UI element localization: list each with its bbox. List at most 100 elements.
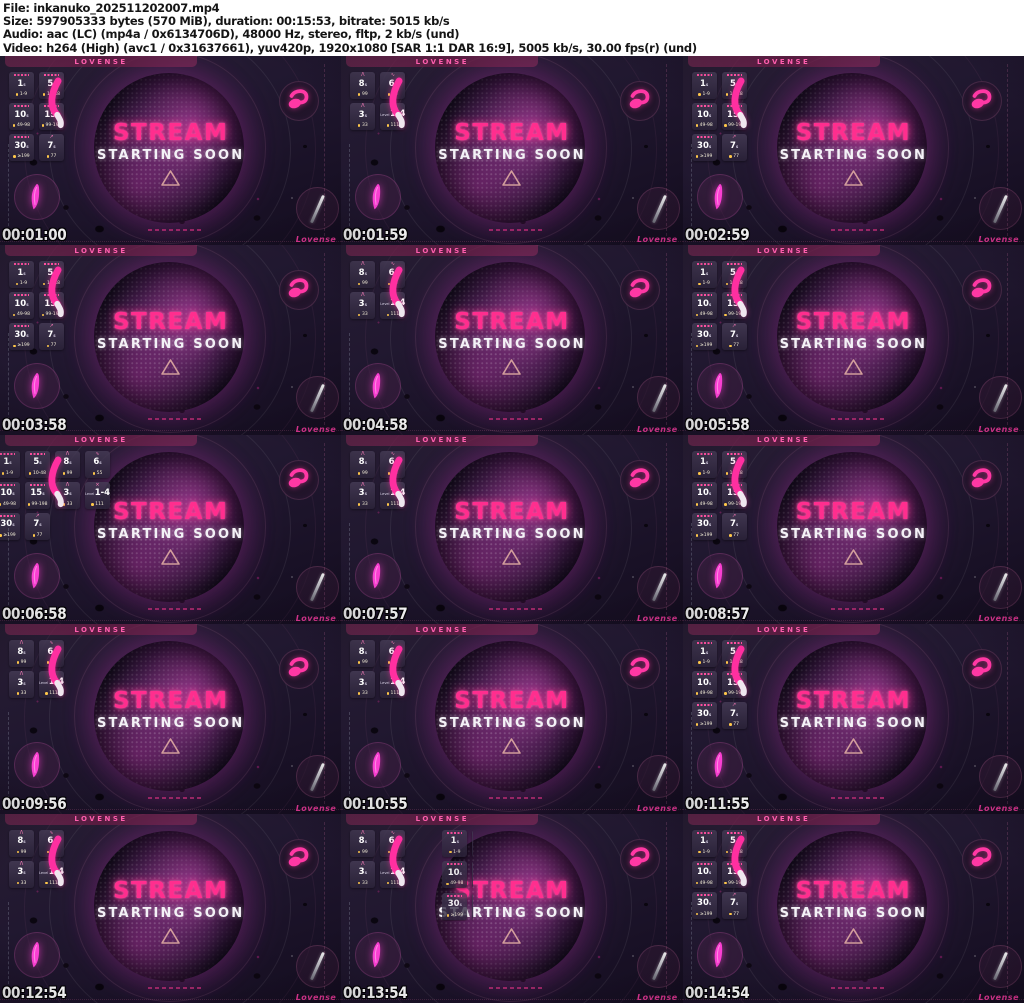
- tile-duration-value: 5s: [730, 457, 739, 468]
- lush-toy-badge: [961, 81, 1002, 121]
- token-dot-icon: [724, 881, 727, 885]
- tip-menu-tile: ∿ 6s 55: [380, 72, 406, 99]
- tile-duration-value: 7s: [730, 329, 739, 340]
- pen-toy-badge: [637, 376, 681, 420]
- lush-toy-badge: [279, 649, 319, 690]
- tile-duration-value: 15s: [727, 677, 742, 688]
- lovense-watermark: Lovense: [637, 235, 678, 245]
- level-dashes-icon: [14, 74, 29, 76]
- token-dot-icon: [45, 881, 48, 885]
- cross-icon: ×: [95, 481, 100, 488]
- level-dashes-icon: [447, 863, 463, 866]
- token-range-text: ≥199: [699, 722, 713, 728]
- wand-toy-badge: [355, 174, 402, 220]
- right-hud-line: [1007, 632, 1008, 805]
- pulse-icon: Λ: [19, 671, 24, 678]
- tile-token-range: ≥199: [13, 154, 30, 159]
- tile-duration-value: Level1-4: [380, 866, 406, 877]
- left-hud-line: [8, 901, 9, 994]
- tile-token-range: 99-198: [27, 502, 47, 507]
- token-range-text: 99: [361, 660, 368, 666]
- pen-toy-badge: [978, 565, 1022, 609]
- pen-toy-icon: [310, 762, 325, 791]
- pulse-icon: Λ: [361, 292, 365, 299]
- token-dot-icon: [62, 503, 66, 506]
- dashed-line: [148, 229, 202, 231]
- right-hud-line: [665, 442, 667, 615]
- tile-duration-value: 10s: [697, 677, 712, 688]
- token-dot-icon: [42, 93, 46, 96]
- wand-toy-badge: [696, 552, 743, 599]
- wand-toy-badge: [14, 174, 60, 220]
- tip-menu-tile: 15s 99-198: [39, 103, 64, 130]
- tile-token-range: 111: [386, 502, 399, 507]
- token-range-text: 1-9: [702, 660, 710, 666]
- right-hud-line: [665, 821, 667, 994]
- dashed-line: [489, 418, 544, 421]
- lush-toy-icon: [971, 846, 992, 866]
- tip-menu-strip: [442, 640, 473, 731]
- tile-token-range: 10-48: [725, 281, 743, 286]
- token-range-text: ≥199: [699, 154, 713, 159]
- tip-menu-tile: ↗7s 77: [721, 134, 747, 161]
- token-range-text: ≥199: [450, 912, 464, 918]
- dashed-line: [830, 418, 885, 421]
- curve-icon: ↗: [49, 323, 54, 330]
- token-dot-icon: [386, 503, 390, 506]
- token-range-text: 77: [733, 343, 740, 349]
- pen-toy-icon: [310, 194, 325, 223]
- token-dot-icon: [32, 534, 36, 537]
- curve-icon: ↗: [732, 323, 737, 330]
- tile-token-range: 99-198: [724, 881, 744, 886]
- pulse-icon: Λ: [361, 103, 365, 109]
- wave-icon: ∿: [390, 450, 395, 457]
- lovense-topbar: LOVENSE: [346, 624, 539, 636]
- tip-menu-tile: Λ 8s 99: [9, 640, 34, 668]
- timestamp-label: 00:13:54: [343, 982, 408, 1002]
- tip-menu-panel: Λ 8s 99 ∿ 6s 55 Λ 3s 33 × Level1-4 111: [9, 640, 65, 699]
- tip-menu-panel: Λ 8s 99 ∿ 6s 55 Λ 3s 33 × Level1-4 111: [350, 261, 405, 320]
- tile-token-range: 33: [357, 881, 368, 886]
- right-hud-line: [1007, 64, 1008, 236]
- tile-duration-value: Level1-4: [38, 677, 65, 688]
- token-dot-icon: [92, 472, 96, 475]
- token-dot-icon: [695, 124, 699, 127]
- token-range-text: 77: [733, 154, 740, 159]
- tile-duration-value: 8s: [358, 267, 367, 278]
- lush-toy-badge: [620, 649, 661, 690]
- tile-token-range: 99-198: [724, 691, 744, 696]
- tile-duration-value: 5s: [47, 78, 56, 89]
- pen-toy-badge: [637, 565, 681, 609]
- tip-menu-tile: × Level1-4 111: [380, 860, 406, 888]
- left-hud-line: [8, 333, 9, 426]
- dashed-line: [489, 229, 544, 231]
- tile-duration-value: 7s: [47, 140, 56, 151]
- tip-menu-strip: [442, 261, 473, 352]
- token-range-text: 1-9: [702, 849, 710, 855]
- lovense-topbar-label: LOVENSE: [74, 625, 128, 634]
- wand-toy-icon: [373, 373, 381, 399]
- tile-duration-value: 30s: [697, 519, 712, 530]
- level-dashes-icon: [726, 673, 742, 676]
- right-hud-line: [324, 632, 326, 805]
- curve-icon: ↗: [35, 512, 40, 519]
- token-dot-icon: [46, 344, 50, 348]
- tip-menu-panel: 1s 1-9 5s 10-48 Λ 8s 99 ∿ 6s 55 10s 49-98 15s 99-198 Λ…: [0, 450, 110, 540]
- tile-token-range: 99-198: [41, 123, 61, 128]
- tile-token-range: 49-98: [695, 312, 713, 317]
- tip-menu-tile: 5s 10-48: [721, 829, 747, 857]
- tile-token-range: 49-98: [695, 881, 713, 886]
- tile-token-range: 1-9: [449, 850, 461, 855]
- tile-duration-value: 30s: [697, 898, 712, 909]
- tip-menu-panel: Λ 8s 99 ∿ 6s 55 Λ 3s 33 × Level1-4 111: [350, 72, 405, 130]
- level-dashes-icon: [696, 105, 712, 107]
- tip-menu-strip: [101, 640, 132, 731]
- tip-menu-strip: [784, 640, 815, 731]
- tile-duration-value: 30s: [14, 140, 29, 151]
- lovense-topbar: LOVENSE: [687, 624, 880, 636]
- tile-token-range: ≥199: [695, 722, 713, 728]
- level-dashes-icon: [696, 263, 712, 266]
- tile-duration-value: 15s: [44, 109, 59, 120]
- tile-token-range: 77: [729, 912, 739, 917]
- tip-menu-tile: ∿ 6s 55: [380, 450, 406, 478]
